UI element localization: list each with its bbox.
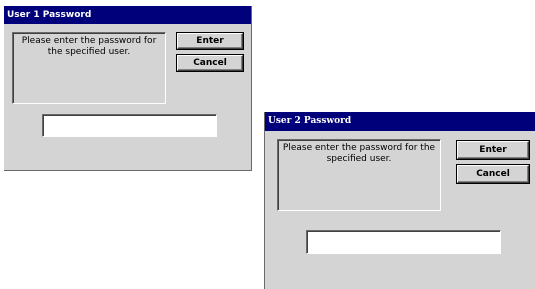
dialog-title: User 1 Password [4,6,251,24]
message-text: Please enter the password for the specif… [12,32,166,104]
user-2-password-dialog: User 2 Password Please enter the passwor… [264,112,535,289]
password-input[interactable] [42,114,217,137]
enter-button[interactable]: Enter [457,141,529,159]
password-input[interactable] [306,230,501,254]
user-1-password-dialog: User 1 Password Please enter the passwor… [4,6,252,171]
cancel-button[interactable]: Cancel [177,55,243,71]
message-text: Please enter the password for the specif… [277,139,441,211]
cancel-button[interactable]: Cancel [457,165,529,183]
dialog-title: User 2 Password [265,112,535,131]
enter-button[interactable]: Enter [177,33,243,49]
